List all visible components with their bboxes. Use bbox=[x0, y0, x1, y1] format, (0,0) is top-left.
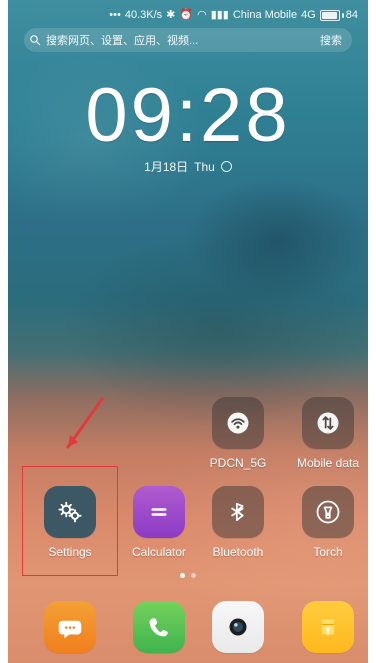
weekday-text: Thu bbox=[194, 159, 215, 174]
camera-icon bbox=[212, 601, 264, 653]
dock-camera[interactable] bbox=[202, 601, 274, 653]
torch-icon bbox=[302, 486, 354, 538]
signal-icon: ▮▮▮ bbox=[210, 8, 229, 21]
app-label: PDCN_5G bbox=[209, 456, 267, 470]
alarm-circle-icon bbox=[220, 161, 232, 172]
app-torch[interactable]: Torch bbox=[292, 486, 364, 559]
battery-percent: 84 bbox=[345, 9, 358, 21]
annotation-arrow-icon bbox=[66, 397, 104, 449]
mobile-data-icon bbox=[302, 397, 354, 449]
page-dot bbox=[180, 573, 185, 578]
status-bar: ••• 40.3K/s ✱ ⏰ ◠ ▮▮▮ China Mobile 4G 84 bbox=[109, 7, 358, 23]
phone-icon bbox=[133, 601, 185, 653]
date-text: 1月18日 bbox=[144, 160, 189, 174]
app-label: Bluetooth bbox=[212, 545, 264, 559]
notes-icon bbox=[302, 601, 354, 653]
page-indicator bbox=[8, 573, 368, 578]
search-bar[interactable]: 搜索网页、设置、应用、视频... 搜索 bbox=[24, 28, 352, 52]
app-label: Mobile data bbox=[296, 456, 360, 470]
search-button[interactable]: 搜索 bbox=[310, 32, 352, 48]
battery-indicator: 84 bbox=[319, 9, 358, 21]
more-dots-icon: ••• bbox=[109, 8, 121, 21]
dock-messages[interactable] bbox=[34, 601, 106, 653]
page-dot bbox=[191, 573, 196, 578]
settings-highlight-box bbox=[22, 466, 118, 576]
network-type: 4G bbox=[301, 9, 316, 21]
clock-date: 1月18日 Thu bbox=[8, 158, 368, 175]
app-calculator[interactable]: Calculator bbox=[123, 486, 195, 559]
search-icon bbox=[24, 34, 46, 46]
search-placeholder: 搜索网页、设置、应用、视频... bbox=[46, 35, 199, 47]
alarm-icon: ⏰ bbox=[179, 8, 194, 21]
home-screen: ••• 40.3K/s ✱ ⏰ ◠ ▮▮▮ China Mobile 4G 84… bbox=[8, 0, 368, 663]
calculator-icon bbox=[133, 486, 185, 538]
bluetooth-status-icon: ✱ bbox=[166, 8, 176, 21]
wifi-icon bbox=[212, 397, 264, 449]
carrier-name: China Mobile bbox=[232, 9, 298, 21]
dock-notes[interactable] bbox=[292, 601, 364, 653]
battery-icon bbox=[319, 9, 340, 21]
app-pdcn-5g[interactable]: PDCN_5G bbox=[202, 397, 274, 470]
app-label: Torch bbox=[313, 545, 343, 559]
app-mobile-data[interactable]: Mobile data bbox=[292, 397, 364, 470]
app-bluetooth[interactable]: Bluetooth bbox=[202, 486, 274, 559]
clock-time: 09:28 bbox=[85, 73, 291, 158]
net-speed: 40.3K/s bbox=[124, 9, 163, 21]
messages-icon bbox=[44, 601, 96, 653]
wifi-status-icon: ◠ bbox=[197, 8, 207, 21]
dock bbox=[8, 595, 368, 663]
app-label: Calculator bbox=[131, 545, 187, 559]
clock-widget: 09:28 1月18日 Thu bbox=[8, 78, 368, 175]
bluetooth-icon bbox=[212, 486, 264, 538]
dock-phone[interactable] bbox=[123, 601, 195, 653]
